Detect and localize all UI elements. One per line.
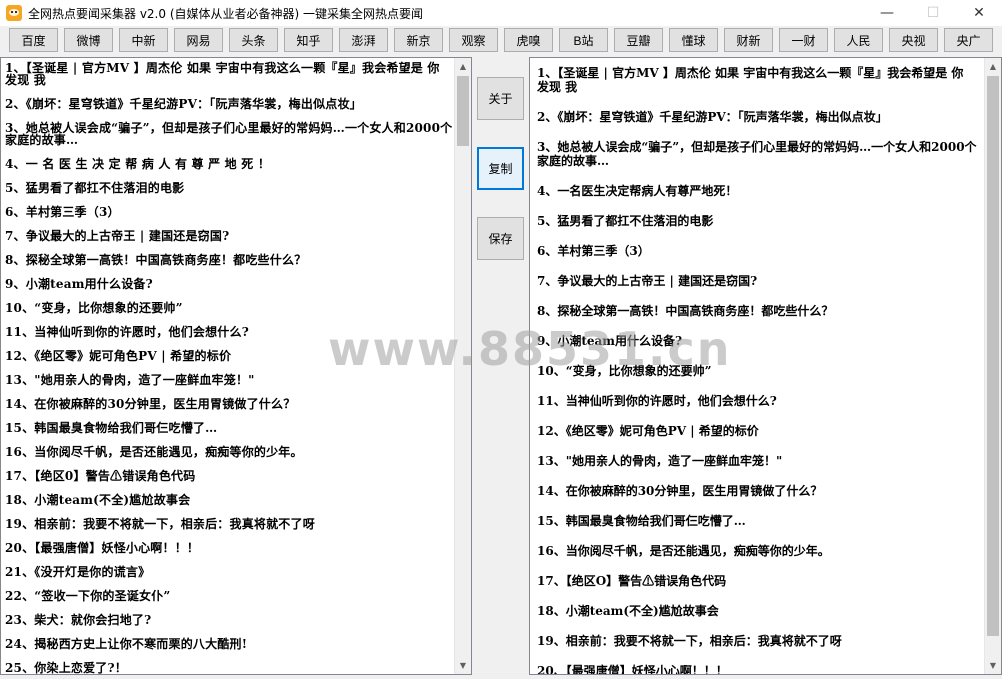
source-button-10[interactable]: 虎嗅 bbox=[504, 28, 553, 52]
scroll-down-icon[interactable]: ▼ bbox=[455, 657, 471, 674]
richtext-line: 20、【最强唐僧】妖怪小心啊！！！ bbox=[537, 664, 728, 675]
richtext-line: 19、相亲前：我要不将就一下，相亲后：我真将就不了呀 bbox=[537, 634, 842, 648]
list-item[interactable]: 6、羊村第三季（3） bbox=[5, 202, 453, 226]
richtext-line: 18、小潮team(不全)尴尬故事会 bbox=[537, 604, 719, 618]
list-item[interactable]: 4、一 名 医 生 决 定 帮 病 人 有 尊 严 地 死 ！ bbox=[5, 154, 453, 178]
richtext-line: 12、《绝区零》妮可角色PV | 希望的标价 bbox=[537, 424, 759, 438]
richtext-line: 15、韩国最臭食物给我们哥仨吃懵了… bbox=[537, 514, 746, 528]
richtext-line: 17、【绝区O】警告⚠错误角色代码 bbox=[537, 574, 727, 588]
richtext-line: 1、【圣诞星 | 官方MV 】周杰伦 如果 宇宙中有我这么一颗『星』我会希望是 … bbox=[537, 66, 964, 94]
headline-listbox[interactable]: 1、【圣诞星 | 官方MV 】周杰伦 如果 宇宙中有我这么一颗『星』我会希望是 … bbox=[0, 57, 472, 675]
source-button-5[interactable]: 头条 bbox=[229, 28, 278, 52]
list-item[interactable]: 8、探秘全球第一高铁！中国高铁商务座！都吃些什么？ bbox=[5, 250, 453, 274]
maximize-button: ☐ bbox=[926, 5, 940, 21]
list-item[interactable]: 10、“变身，比你想象的还要帅” bbox=[5, 298, 453, 322]
source-button-16[interactable]: 人民 bbox=[834, 28, 883, 52]
close-button[interactable]: ✕ bbox=[956, 0, 1002, 26]
list-item[interactable]: 23、柴犬：就你会扫地了? bbox=[5, 610, 453, 634]
source-button-18[interactable]: 央广 bbox=[944, 28, 993, 52]
richtext-line: 11、当神仙听到你的许愿时，他们会想什么? bbox=[537, 394, 777, 408]
scrollbar-thumb[interactable] bbox=[987, 76, 999, 636]
list-item[interactable]: 9、小潮team用什么设备? bbox=[5, 274, 453, 298]
list-item[interactable]: 2、《崩坏：星穹铁道》千星纪游PV：「阮声落华裳，梅出似点妆」 bbox=[5, 94, 453, 118]
source-button-12[interactable]: 豆瓣 bbox=[614, 28, 663, 52]
source-button-14[interactable]: 财新 bbox=[724, 28, 773, 52]
richtext-line: 14、在你被麻醉的30分钟里，医生用胃镜做了什么？ bbox=[537, 484, 823, 498]
list-item[interactable]: 5、猛男看了都扛不住落泪的电影 bbox=[5, 178, 453, 202]
window-controls: — ☐ ✕ bbox=[864, 0, 1002, 26]
scrollbar-thumb[interactable] bbox=[457, 76, 469, 146]
save-button[interactable]: 保存 bbox=[477, 217, 524, 260]
source-button-11[interactable]: B站 bbox=[559, 28, 608, 52]
list-item[interactable]: 11、当神仙听到你的许愿时，他们会想什么? bbox=[5, 322, 453, 346]
list-item[interactable]: 21、《没开灯是你的谎言》 bbox=[5, 562, 453, 586]
list-item[interactable]: 25、你染上恋爱了?！ bbox=[5, 658, 453, 674]
scroll-up-icon[interactable]: ▲ bbox=[985, 58, 1001, 75]
source-button-6[interactable]: 知乎 bbox=[284, 28, 333, 52]
list-item[interactable]: 7、争议最大的上古帝王 | 建国还是窃国? bbox=[5, 226, 453, 250]
list-item[interactable]: 20、【最强唐僧】妖怪小心啊！！！ bbox=[5, 538, 453, 562]
headline-list: 1、【圣诞星 | 官方MV 】周杰伦 如果 宇宙中有我这么一颗『星』我会希望是 … bbox=[5, 58, 453, 674]
richtext-line: 16、当你阅尽千帆，是否还能遇见，痴痴等你的少年。 bbox=[537, 544, 830, 558]
source-button-3[interactable]: 中新 bbox=[119, 28, 168, 52]
window-title: 全网热点要闻采集器 v2.0 (自媒体从业者必备神器) 一键采集全网热点要闻 bbox=[28, 6, 423, 21]
headline-richtext[interactable]: 1、【圣诞星 | 官方MV 】周杰伦 如果 宇宙中有我这么一颗『星』我会希望是 … bbox=[529, 57, 1002, 675]
richtext-line: 7、争议最大的上古帝王 | 建国还是窃国? bbox=[537, 274, 758, 288]
app-logo-icon bbox=[6, 5, 22, 21]
richtext-line: 6、羊村第三季（3） bbox=[537, 244, 650, 258]
richtext-line: 4、一名医生决定帮病人有尊严地死！ bbox=[537, 184, 738, 198]
richtext-line: 8、探秘全球第一高铁！中国高铁商务座！都吃些什么？ bbox=[537, 304, 834, 318]
list-item[interactable]: 1、【圣诞星 | 官方MV 】周杰伦 如果 宇宙中有我这么一颗『星』我会希望是 … bbox=[5, 58, 453, 94]
copy-button[interactable]: 复制 bbox=[477, 147, 524, 190]
richtext-line: 10、“变身，比你想象的还要帅” bbox=[537, 364, 712, 378]
richtext-scrollbar[interactable]: ▲ ▼ bbox=[984, 58, 1001, 674]
source-button-13[interactable]: 懂球 bbox=[669, 28, 718, 52]
source-button-7[interactable]: 澎湃 bbox=[339, 28, 388, 52]
richtext-line: 9、小潮team用什么设备? bbox=[537, 334, 683, 348]
richtext-content: 1、【圣诞星 | 官方MV 】周杰伦 如果 宇宙中有我这么一颗『星』我会希望是 … bbox=[537, 64, 977, 675]
list-item[interactable]: 14、在你被麻醉的30分钟里，医生用胃镜做了什么？ bbox=[5, 394, 453, 418]
source-button-15[interactable]: 一财 bbox=[779, 28, 828, 52]
title-bar: 全网热点要闻采集器 v2.0 (自媒体从业者必备神器) 一键采集全网热点要闻 —… bbox=[0, 0, 1002, 26]
richtext-line: 5、猛男看了都扛不住落泪的电影 bbox=[537, 214, 714, 228]
minimize-button[interactable]: — bbox=[864, 0, 910, 26]
scroll-up-icon[interactable]: ▲ bbox=[455, 58, 471, 75]
richtext-line: 13、"她用亲人的骨肉，造了一座鲜血牢笼！" bbox=[537, 454, 783, 468]
about-button[interactable]: 关于 bbox=[477, 77, 524, 120]
scroll-down-icon[interactable]: ▼ bbox=[985, 657, 1001, 674]
list-item[interactable]: 15、韩国最臭食物给我们哥仨吃懵了… bbox=[5, 418, 453, 442]
list-item[interactable]: 22、“签收一下你的圣诞女仆” bbox=[5, 586, 453, 610]
source-toolbar: 百度 微博 中新 网易 头条 知乎 澎湃 新京 观察 虎嗅 B站 豆瓣 懂球 财新 一财 人民 央视 央广 bbox=[0, 28, 1002, 54]
richtext-line: 2、《崩坏：星穹铁道》千星纪游PV：「阮声落华裳，梅出似点妆」 bbox=[537, 110, 888, 124]
list-item[interactable]: 18、小潮team(不全)尴尬故事会 bbox=[5, 490, 453, 514]
list-item[interactable]: 16、当你阅尽千帆，是否还能遇见，痴痴等你的少年。 bbox=[5, 442, 453, 466]
list-item[interactable]: 13、"她用亲人的骨肉，造了一座鲜血牢笼！" bbox=[5, 370, 453, 394]
list-item[interactable]: 24、揭秘西方史上让你不寒而栗的八大酷刑! bbox=[5, 634, 453, 658]
list-item[interactable]: 19、相亲前：我要不将就一下，相亲后：我真将就不了呀 bbox=[5, 514, 453, 538]
source-button-1[interactable]: 百度 bbox=[9, 28, 58, 52]
list-item[interactable]: 12、《绝区零》妮可角色PV | 希望的标价 bbox=[5, 346, 453, 370]
listbox-scrollbar[interactable]: ▲ ▼ bbox=[454, 58, 471, 674]
source-button-4[interactable]: 网易 bbox=[174, 28, 223, 52]
source-button-2[interactable]: 微博 bbox=[64, 28, 113, 52]
list-item[interactable]: 3、她总被人误会成“骗子”，但却是孩子们心里最好的常妈妈…一个女人和2000个家… bbox=[5, 118, 453, 154]
source-button-8[interactable]: 新京 bbox=[394, 28, 443, 52]
source-button-9[interactable]: 观察 bbox=[449, 28, 498, 52]
source-button-17[interactable]: 央视 bbox=[889, 28, 938, 52]
richtext-line: 3、她总被人误会成“骗子”，但却是孩子们心里最好的常妈妈…一个女人和2000个家… bbox=[537, 140, 977, 168]
list-item[interactable]: 17、【绝区0】警告⚠错误角色代码 bbox=[5, 466, 453, 490]
